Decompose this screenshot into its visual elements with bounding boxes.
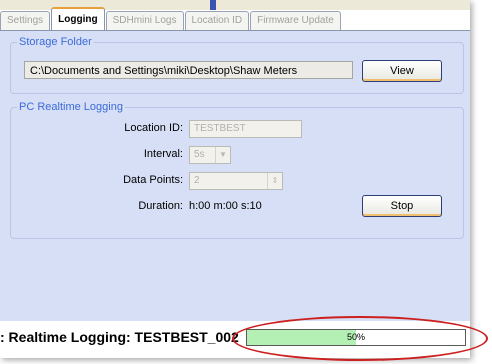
data-points-stepper[interactable]: 2 ⇕ [189, 172, 283, 190]
status-text: : Realtime Logging: TESTBEST_002 [0, 329, 239, 345]
chevron-down-icon: ▼ [215, 147, 230, 163]
duration-value: h:00 m:00 s:10 [189, 200, 262, 212]
location-id-input[interactable]: TESTBEST [189, 120, 302, 138]
storage-path-field[interactable]: C:\Documents and Settings\miki\Desktop\S… [24, 61, 353, 79]
interval-value: 5s [194, 149, 205, 160]
interval-label: Interval: [143, 148, 183, 160]
pc-realtime-logging-group: PC Realtime Logging Location ID: TESTBES… [10, 101, 464, 239]
tab-firmware-update[interactable]: Firmware Update [250, 11, 341, 30]
data-points-label: Data Points: [123, 174, 183, 186]
app-window: Settings Logging SDHmini Logs Location I… [0, 0, 470, 358]
data-points-value: 2 [194, 175, 200, 186]
tab-sdhmini-logs[interactable]: SDHmini Logs [105, 11, 184, 30]
tab-bar: Settings Logging SDHmini Logs Location I… [0, 7, 470, 30]
tab-location-id[interactable]: Location ID [184, 11, 250, 30]
pc-realtime-logging-title: PC Realtime Logging [17, 101, 125, 113]
stop-button[interactable]: Stop [362, 195, 442, 217]
view-button[interactable]: View [362, 60, 442, 82]
interval-select[interactable]: 5s ▼ [189, 146, 231, 164]
storage-folder-group: Storage Folder C:\Documents and Settings… [10, 36, 464, 94]
tab-settings[interactable]: Settings [0, 11, 51, 30]
spin-arrows-icon: ⇕ [267, 173, 282, 189]
highlight-annotation [232, 316, 488, 361]
logging-panel: Storage Folder C:\Documents and Settings… [0, 30, 470, 322]
location-id-label: Location ID: [124, 122, 183, 134]
storage-folder-title: Storage Folder [17, 36, 94, 48]
duration-label: Duration: [138, 200, 183, 212]
tab-logging[interactable]: Logging [51, 7, 105, 30]
